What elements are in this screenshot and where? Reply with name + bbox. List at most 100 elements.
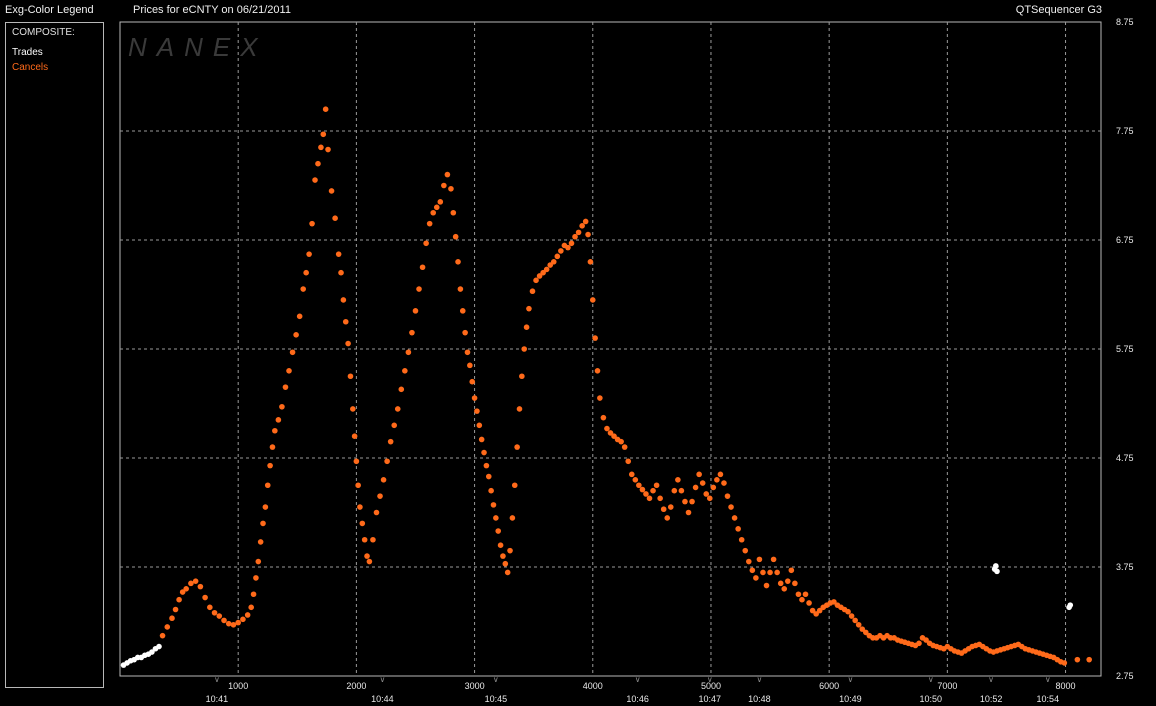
cancel-point: [488, 487, 494, 494]
cancel-point: [519, 373, 525, 380]
x-tick-label: 1000: [228, 681, 248, 691]
time-marker-icon: ∨: [928, 675, 934, 684]
cancel-point: [855, 621, 862, 628]
cancel-point: [502, 560, 509, 567]
cancel-point: [269, 444, 276, 450]
time-marker-icon: ∨: [848, 675, 854, 684]
time-label: 10:50: [920, 694, 943, 704]
cancel-point: [1086, 656, 1092, 663]
cancel-point: [660, 506, 667, 513]
cancel-point: [781, 586, 788, 592]
cancel-point: [332, 215, 338, 221]
cancel-point: [731, 515, 738, 521]
cancel-point: [916, 640, 922, 647]
cancel-point: [260, 520, 266, 527]
cancel-point: [322, 106, 329, 112]
cancel-point: [391, 422, 398, 429]
time-label: 10:45: [485, 694, 508, 704]
cancel-point: [426, 220, 433, 227]
cancel-point: [639, 486, 646, 493]
cancel-point: [509, 515, 516, 521]
y-tick-label: 7.75: [1116, 126, 1134, 136]
cancel-point: [678, 487, 685, 494]
cancel-point: [437, 199, 444, 205]
cancel-point: [625, 458, 632, 465]
cancel-point: [671, 487, 678, 494]
cancel-point: [366, 558, 373, 565]
cancel-point: [760, 569, 766, 576]
cancel-point: [377, 493, 383, 499]
cancel-point: [405, 349, 412, 356]
cancel-point: [370, 536, 376, 543]
cancel-point: [792, 580, 798, 587]
time-marker-icon: ∨: [756, 675, 762, 684]
cancel-point: [594, 368, 601, 374]
cancel-point: [183, 586, 189, 592]
y-tick-label: 5.75: [1116, 344, 1134, 354]
time-marker-icon: ∨: [214, 675, 220, 684]
cancel-point: [554, 253, 561, 260]
cancel-point: [355, 482, 361, 489]
cancel-point: [235, 619, 241, 626]
cancel-point: [485, 473, 492, 480]
cancel-point: [550, 259, 557, 265]
cancel-point: [192, 578, 199, 584]
cancel-point: [474, 408, 480, 414]
cancel-point: [471, 395, 478, 401]
cancel-point: [799, 596, 805, 603]
cancel-point: [632, 477, 639, 483]
cancel-point: [1061, 660, 1068, 666]
cancel-point: [159, 632, 166, 639]
cancel-point: [777, 580, 784, 587]
cancel-point: [419, 264, 426, 271]
cancel-point: [483, 462, 490, 469]
cancel-point: [523, 324, 530, 331]
cancel-point: [267, 462, 273, 469]
time-label: 10:46: [626, 694, 649, 704]
cancel-point: [207, 604, 213, 611]
time-label: 10:47: [699, 694, 722, 704]
y-tick-label: 6.75: [1116, 235, 1134, 245]
cancel-point: [721, 480, 727, 486]
cancel-point: [585, 231, 591, 238]
cancel-point: [495, 528, 502, 534]
cancel-point: [529, 288, 536, 295]
cancel-point: [275, 417, 282, 423]
cancel-point: [699, 480, 706, 486]
cancel-point: [240, 616, 246, 623]
cancel-point: [643, 491, 649, 497]
cancel-point: [650, 487, 656, 494]
cancel-point: [340, 297, 347, 303]
cancel-point: [221, 617, 227, 624]
cancel-point: [423, 240, 429, 247]
trade-point: [993, 563, 999, 569]
x-tick-label: 2000: [346, 681, 366, 691]
cancel-point: [767, 569, 773, 576]
plot-frame: [119, 21, 1102, 677]
cancel-point: [430, 209, 437, 216]
time-label: 10:54: [1037, 694, 1060, 704]
cancel-point: [636, 482, 642, 489]
cancel-point: [394, 406, 401, 412]
cancel-point: [296, 313, 303, 320]
cancel-point: [717, 471, 724, 478]
cancel-point: [279, 403, 285, 410]
cancel-point: [770, 556, 777, 563]
cancel-point: [312, 177, 318, 183]
cancel-point: [264, 482, 271, 489]
cancel-point: [309, 220, 315, 227]
cancel-point: [664, 515, 671, 521]
cancel-point: [572, 233, 578, 240]
cancel-point: [459, 308, 466, 314]
cancel-point: [788, 567, 795, 574]
cancel-point: [852, 617, 858, 624]
cancel-point: [587, 259, 594, 265]
cancel-point: [398, 386, 405, 393]
cancel-point: [1074, 656, 1081, 663]
cancel-point: [533, 277, 539, 284]
cancel-point: [342, 318, 349, 325]
cancel-point: [380, 477, 387, 483]
cancel-point: [176, 596, 182, 603]
time-label: 10:48: [748, 694, 771, 704]
cancel-point: [412, 308, 419, 314]
